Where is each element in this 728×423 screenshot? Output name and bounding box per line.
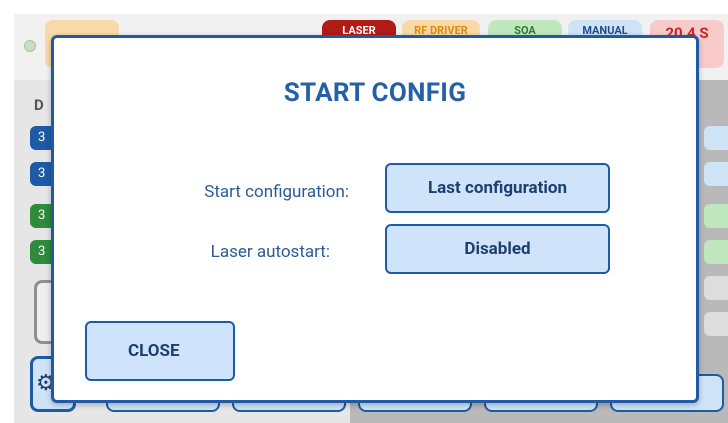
right-indicator xyxy=(704,240,728,264)
connection-indicator-icon xyxy=(24,40,36,52)
start-config-dialog: START CONFIG Start configuration: Last c… xyxy=(51,35,699,403)
laser-autostart-label: Laser autostart: xyxy=(210,242,330,262)
start-configuration-label: Start configuration: xyxy=(204,182,349,202)
laser-autostart-button[interactable]: Disabled xyxy=(385,224,610,274)
close-button[interactable]: CLOSE xyxy=(85,321,235,381)
right-indicator xyxy=(704,126,728,150)
start-configuration-button[interactable]: Last configuration xyxy=(385,163,610,213)
right-indicator xyxy=(704,312,728,336)
right-indicator xyxy=(704,162,728,186)
right-indicator xyxy=(704,204,728,228)
dialog-title: START CONFIG xyxy=(283,78,467,108)
right-indicator xyxy=(704,276,728,300)
left-panel-label: D xyxy=(34,96,44,114)
